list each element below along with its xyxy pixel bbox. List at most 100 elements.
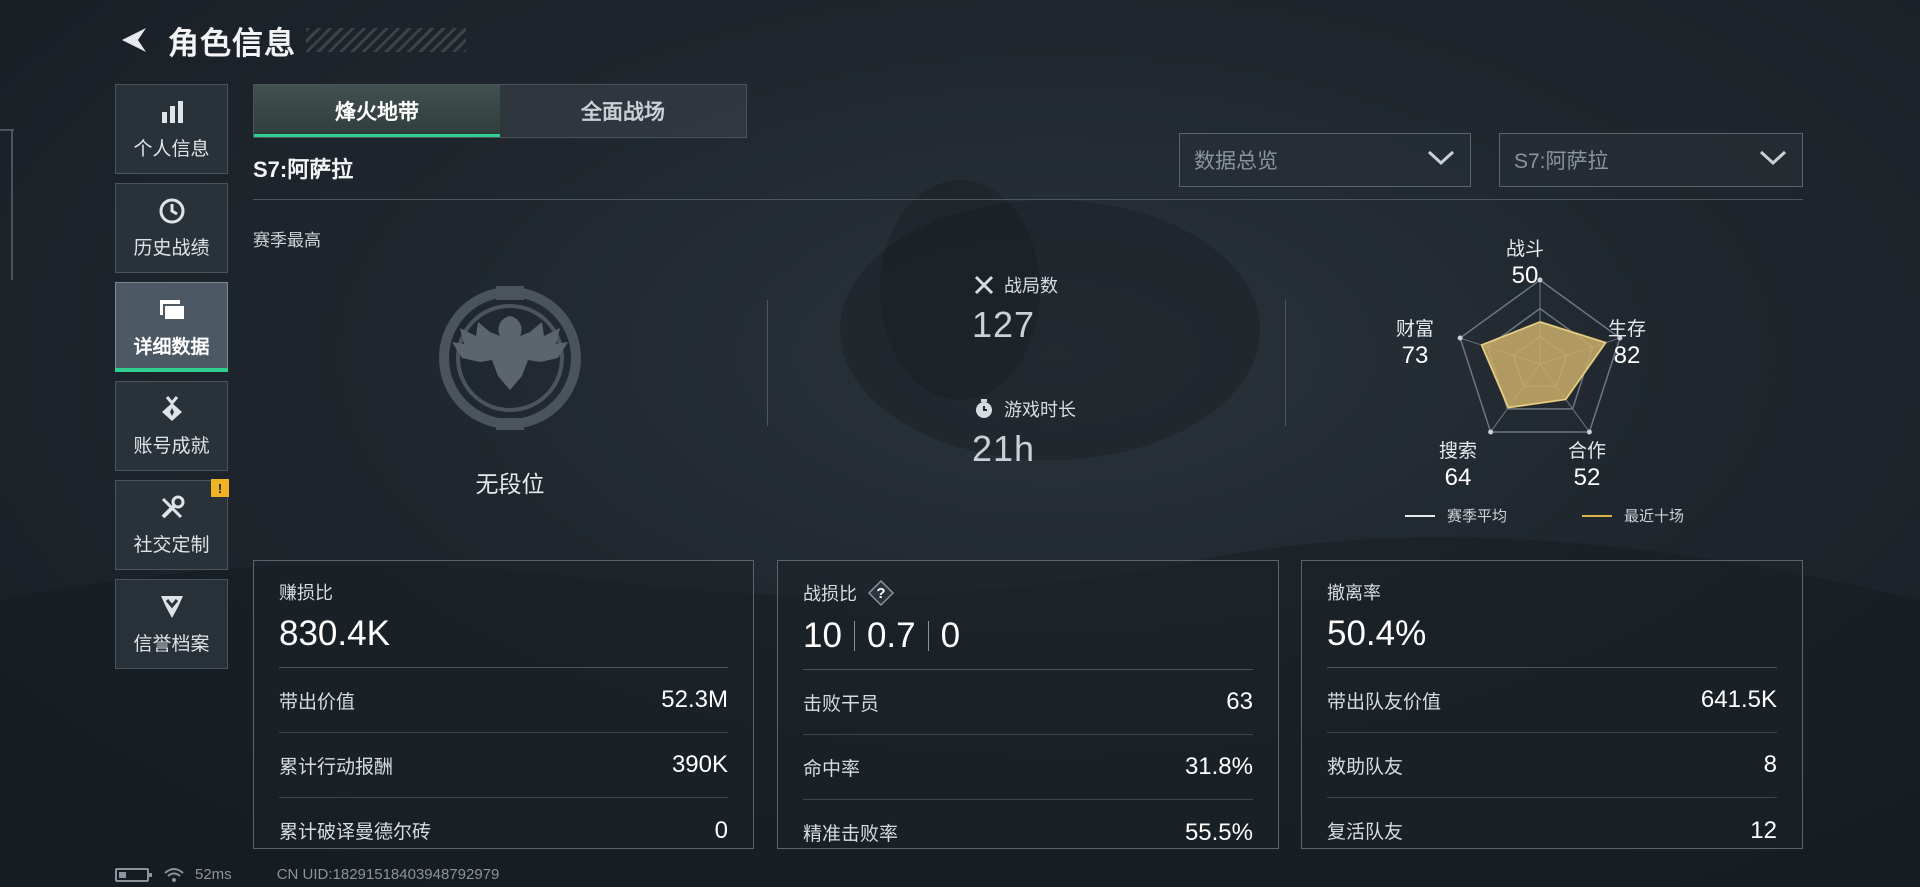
- matches-stat: 战局数 127: [972, 272, 1058, 346]
- sidebar-item-label: 社交定制: [133, 535, 210, 556]
- season-best-label: 赛季最高: [253, 231, 321, 250]
- tab-full-battlefield[interactable]: 全面战场: [500, 85, 746, 137]
- ping-value: 52ms: [195, 866, 232, 883]
- radar-recent-area: [1480, 320, 1608, 409]
- table-row: 救助队友 8: [1327, 733, 1777, 798]
- row-value: 8: [1763, 751, 1777, 778]
- row-label: 击败干员: [803, 693, 880, 715]
- extraction-rate-value: 50.4%: [1327, 614, 1427, 653]
- sidebar-item-social-custom[interactable]: 社交定制 !: [115, 479, 229, 570]
- radar-vertex-dot: [1488, 429, 1494, 435]
- playtime-label: 游戏时长: [1004, 400, 1076, 420]
- chevron-down-icon: [1758, 149, 1788, 172]
- sidebar-item-label: 详细数据: [133, 337, 210, 358]
- row-value: 31.8%: [1184, 753, 1253, 780]
- status-footer: 52ms CN UID:18291518403948792979: [115, 866, 499, 883]
- sidebar-item-detailed-data[interactable]: 详细数据: [115, 282, 228, 372]
- row-label: 累计破译曼德尔砖: [279, 822, 432, 843]
- row-label: 复活队友: [1327, 822, 1404, 843]
- row-value: 55.5%: [1184, 818, 1253, 846]
- table-row: 复活队友 12: [1327, 798, 1777, 863]
- page-title: 角色信息: [168, 25, 296, 61]
- radar-label-cooperation: 合作: [1567, 441, 1606, 462]
- kd-deaths: 0: [940, 616, 961, 655]
- profit-ratio-value: 830.4K: [279, 614, 390, 653]
- legend-recent-ten: 最近十场: [1582, 505, 1684, 526]
- row-value: 0: [714, 816, 728, 844]
- sidebar-item-reputation[interactable]: 信誉档案: [115, 579, 228, 669]
- extraction-card: 撤离率 50.4% 带出队友价值 641.5K 救助队友 8 复活队友 12: [1301, 560, 1803, 849]
- matches-label: 战局数: [1004, 276, 1058, 296]
- table-row: 带出队友价值 641.5K: [1327, 668, 1777, 733]
- medal-icon: [157, 394, 187, 424]
- profit-card-title: 赚损比: [279, 583, 333, 603]
- radar-label-survival: 生存: [1607, 319, 1646, 340]
- sidebar-item-achievements[interactable]: 账号成就: [115, 381, 228, 471]
- radar-value-search: 64: [1444, 464, 1472, 491]
- radar-value-cooperation: 52: [1573, 464, 1601, 491]
- battery-icon: [115, 867, 152, 882]
- sidebar: 个人信息 历史战绩 详细数据 账号成就 社交定制 ! 信誉档案: [115, 84, 229, 678]
- sidebar-item-label: 信誉档案: [133, 634, 210, 655]
- bar-chart-icon: [157, 97, 187, 127]
- kd-values: 10 0.7 0: [803, 613, 1253, 659]
- sidebar-item-personal-info[interactable]: 个人信息: [115, 84, 228, 174]
- section-divider: [253, 199, 1803, 200]
- title-stripes-decoration: [306, 28, 466, 52]
- row-label: 带出队友价值: [1327, 691, 1442, 713]
- shield-chevron-icon: [157, 592, 187, 622]
- help-question-icon[interactable]: ?: [867, 579, 895, 607]
- matches-value: 127: [972, 304, 1036, 345]
- sidebar-item-label: 个人信息: [133, 139, 210, 160]
- playtime-stat: 游戏时长 21h: [972, 396, 1076, 470]
- row-label: 带出价值: [279, 691, 356, 713]
- table-row: 带出价值 52.3M: [279, 668, 728, 733]
- legend-season-avg: 赛季平均: [1405, 505, 1507, 526]
- table-row: 击败干员 63: [803, 670, 1253, 735]
- table-row: 命中率 31.8%: [803, 735, 1253, 800]
- radar-label-combat: 战斗: [1505, 239, 1544, 260]
- radar-value-survival: 82: [1613, 342, 1641, 369]
- svg-text:?: ?: [876, 585, 885, 602]
- mode-tabs: 烽火地带 全面战场: [253, 84, 747, 138]
- wifi-icon: [164, 867, 184, 882]
- playtime-value: 21h: [972, 428, 1036, 469]
- radar-vertex-dot: [1457, 335, 1463, 341]
- wrench-icon: [157, 493, 187, 523]
- legend-label: 最近十场: [1624, 508, 1685, 525]
- category-dropdown[interactable]: 数据总览: [1179, 133, 1471, 187]
- sidebar-item-history[interactable]: 历史战绩: [115, 183, 228, 273]
- profit-card: 赚损比 830.4K 带出价值 52.3M 累计行动报酬 390K 累计破译曼德…: [253, 560, 754, 849]
- page-header: 角色信息: [116, 18, 466, 62]
- chevron-down-icon: [1426, 149, 1456, 172]
- ability-radar-chart: 战斗 50 生存 82 合作 52 搜索 64 财富 73: [1380, 226, 1700, 491]
- legend-line-white: [1405, 514, 1435, 517]
- row-value: 12: [1750, 816, 1777, 844]
- back-arrow-icon[interactable]: [116, 22, 152, 58]
- row-label: 救助队友: [1327, 756, 1404, 778]
- eagle-rank-emblem-icon: [439, 286, 581, 430]
- stopwatch-icon: [972, 397, 996, 421]
- table-row: 累计行动报酬 390K: [279, 733, 728, 798]
- notification-badge: !: [211, 479, 229, 497]
- tab-hazard-zone[interactable]: 烽火地带: [254, 85, 500, 137]
- row-value: 63: [1226, 688, 1253, 715]
- extraction-card-title: 撤离率: [1327, 583, 1381, 603]
- combat-card: 战损比 ? 10 0.7 0 击败干员 63 命中率 31.8% 精准击败率 5…: [777, 560, 1279, 849]
- row-value: 390K: [671, 751, 728, 778]
- history-clock-icon: [157, 196, 187, 226]
- row-value: 52.3M: [661, 686, 728, 713]
- season-dropdown-value: S7:阿萨拉: [1514, 150, 1609, 173]
- row-label: 命中率: [803, 758, 861, 780]
- combat-card-title: 战损比: [803, 584, 857, 604]
- table-row: 累计破译曼德尔砖 0: [279, 798, 728, 863]
- sidebar-item-label: 历史战绩: [133, 238, 210, 259]
- kd-kills: 10: [803, 616, 842, 655]
- category-dropdown-value: 数据总览: [1194, 150, 1278, 173]
- vertical-divider: [1285, 300, 1286, 426]
- sidebar-item-label: 账号成就: [133, 436, 210, 457]
- vertical-divider: [767, 300, 768, 426]
- season-dropdown[interactable]: S7:阿萨拉: [1499, 133, 1803, 187]
- radar-value-combat: 50: [1511, 262, 1539, 289]
- crossed-swords-icon: [972, 273, 996, 297]
